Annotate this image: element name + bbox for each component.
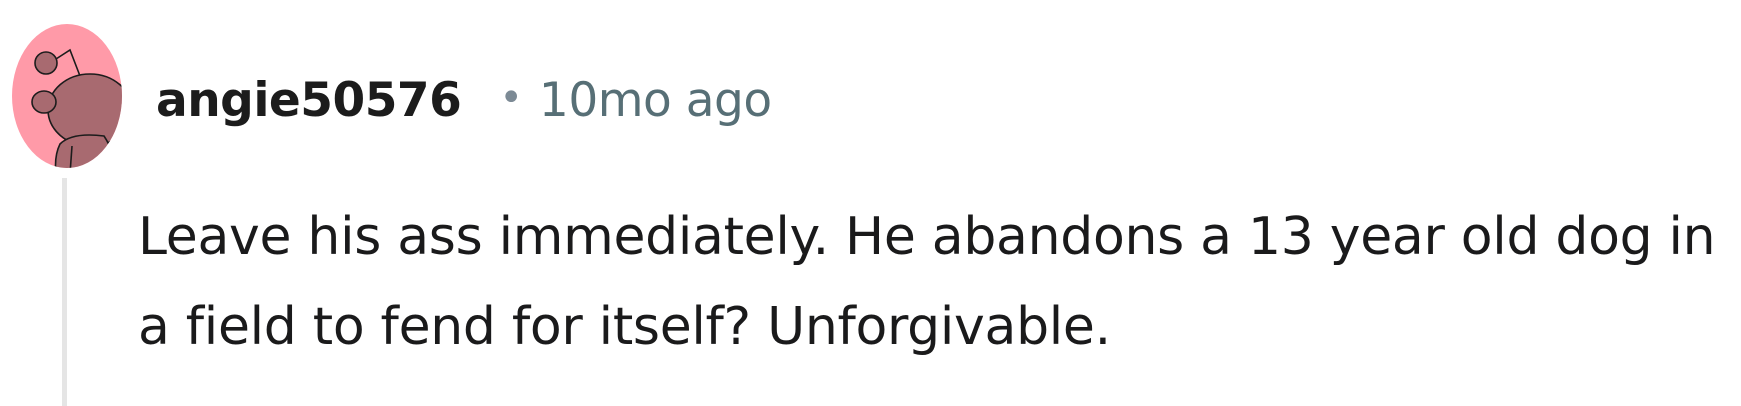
username-link[interactable]: angie50576 [156,73,462,128]
thread-line[interactable] [62,178,67,406]
comment: angie50576 • 10mo ago Leave his ass imme… [0,0,1741,406]
comment-header: angie50576 • 10mo ago [156,70,772,130]
comment-timestamp[interactable]: 10mo ago [539,73,772,128]
snoo-avatar-icon [12,24,122,168]
user-avatar[interactable] [12,24,122,168]
comment-body: Leave his ass immediately. He abandons a… [138,207,1716,357]
separator-dot: • [499,75,523,121]
